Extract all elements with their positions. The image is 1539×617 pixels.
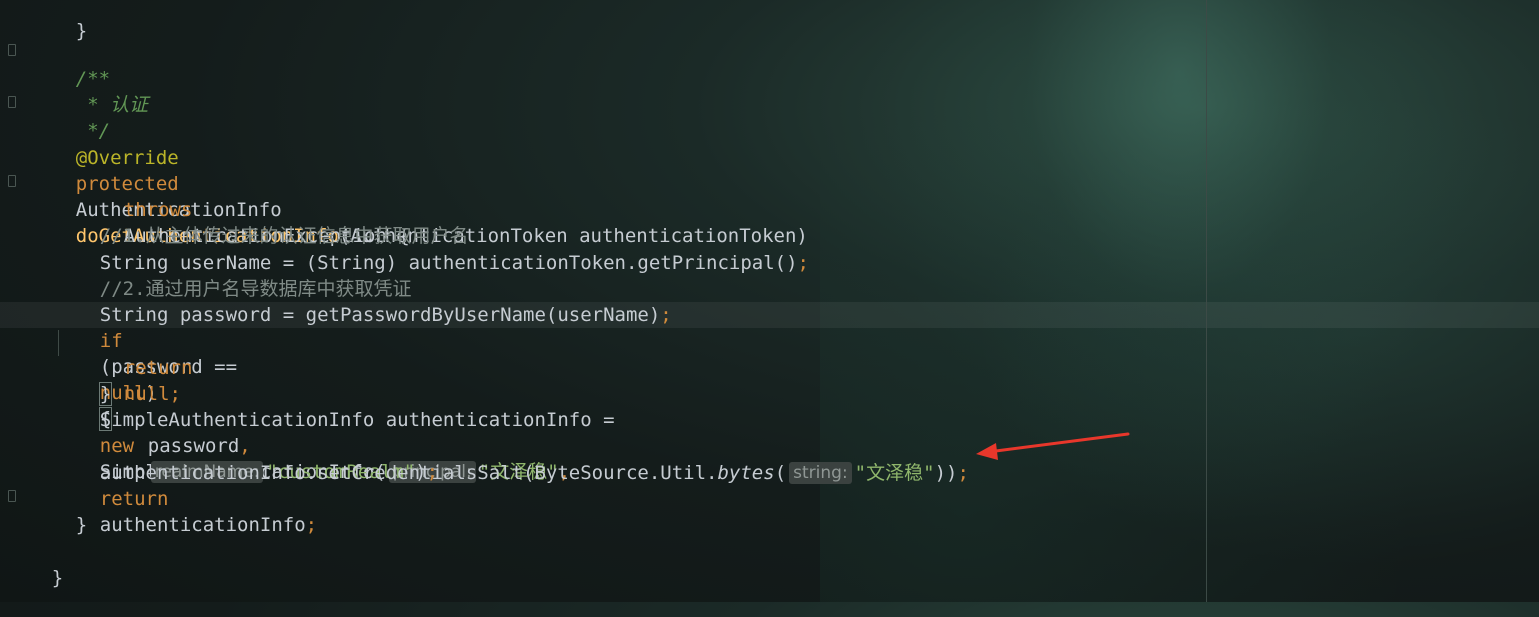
- fold-marker-icon[interactable]: [8, 490, 16, 502]
- code-line[interactable]: /**: [30, 40, 110, 90]
- open-paren: (: [774, 462, 787, 484]
- editor-gutter: [0, 0, 22, 602]
- fold-marker-icon[interactable]: [8, 96, 16, 108]
- editor-background-image: [820, 0, 1539, 602]
- code-line[interactable]: protected AuthenticationInfo doGetAuthen…: [30, 145, 808, 247]
- close-paren: )): [934, 462, 958, 484]
- code-line[interactable]: return null;: [78, 329, 193, 405]
- semicolon: ;: [660, 304, 672, 326]
- code-editor[interactable]: } /** * 认证 */ @Override protected Authen…: [0, 0, 1539, 602]
- code-line[interactable]: //1.从主体传过来的认证信息中获取用户名: [54, 197, 469, 247]
- code-line[interactable]: }: [30, 0, 87, 42]
- code-line[interactable]: SimpleAuthenticationInfo authenticationI…: [54, 381, 615, 483]
- code-line[interactable]: throws AuthenticationException {: [78, 171, 410, 247]
- semicolon: ;: [957, 462, 969, 484]
- fold-marker-icon[interactable]: [8, 175, 16, 187]
- code-line[interactable]: }: [54, 355, 113, 406]
- code-line[interactable]: password, realmName: "customRealm");: [102, 407, 438, 483]
- code-line[interactable]: String userName = (String) authenticatio…: [54, 224, 809, 274]
- code-line[interactable]: return authenticationInfo;: [54, 460, 317, 536]
- fold-marker-icon[interactable]: [8, 44, 16, 56]
- keyword-return: return: [123, 357, 193, 379]
- code-line[interactable]: * 认证: [30, 66, 148, 116]
- parameter-hint-string: string:: [789, 462, 852, 484]
- closing-brace: }: [75, 514, 88, 536]
- code-line[interactable]: //2.通过用户名导数据库中获取凭证: [54, 250, 412, 300]
- right-margin-guide: [1206, 0, 1207, 602]
- code-line[interactable]: @Override: [30, 119, 179, 169]
- string-literal: "文泽稳": [854, 462, 935, 484]
- return-value: authenticationInfo: [99, 514, 306, 536]
- closing-brace: }: [51, 567, 64, 589]
- keyword-return: return: [99, 488, 169, 510]
- code-line[interactable]: }: [6, 539, 63, 589]
- code-line[interactable]: String password = getPasswordByUserName(…: [54, 276, 672, 326]
- code-line[interactable]: }: [30, 486, 87, 536]
- closing-brace: }: [75, 20, 88, 42]
- red-annotation-arrow-icon: [976, 432, 1130, 460]
- code-line[interactable]: if (password == null) {: [54, 302, 237, 431]
- code-line[interactable]: */: [30, 92, 110, 142]
- semicolon: ;: [797, 252, 809, 274]
- static-method: bytes: [717, 462, 775, 484]
- semicolon: ;: [305, 514, 318, 536]
- code-line[interactable]: authenticationInfo.setCredentialsSalt(By…: [54, 434, 969, 484]
